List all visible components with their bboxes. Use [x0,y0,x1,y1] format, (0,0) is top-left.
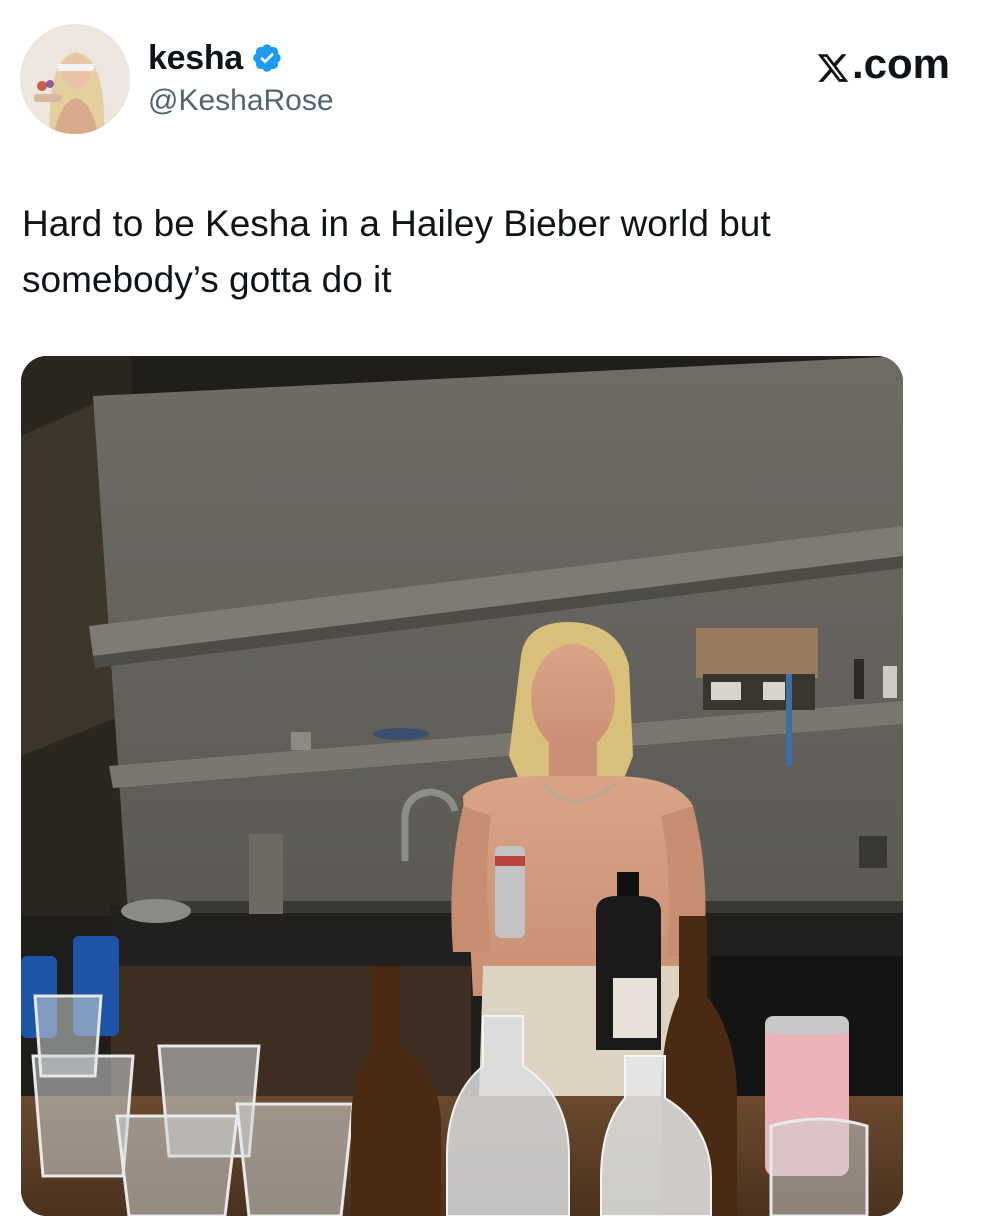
site-logo-text: .com [851,40,950,87]
tweet-text: Hard to be Kesha in a Hailey Bieber worl… [22,203,771,300]
post-header: kesha @KeshaRose .com [20,24,950,136]
author-info: kesha @KeshaRose [148,38,334,118]
author-handle[interactable]: @KeshaRose [148,84,334,118]
photo-image [21,356,903,1216]
avatar-image [20,24,130,134]
author-name-row: kesha [148,38,334,78]
verified-badge-icon [251,42,283,74]
post-media-photo[interactable] [21,356,903,1216]
author-display-name[interactable]: kesha [148,39,243,78]
site-logo: .com [816,40,950,88]
author-avatar[interactable] [20,24,130,134]
x-logo-icon [816,47,850,82]
